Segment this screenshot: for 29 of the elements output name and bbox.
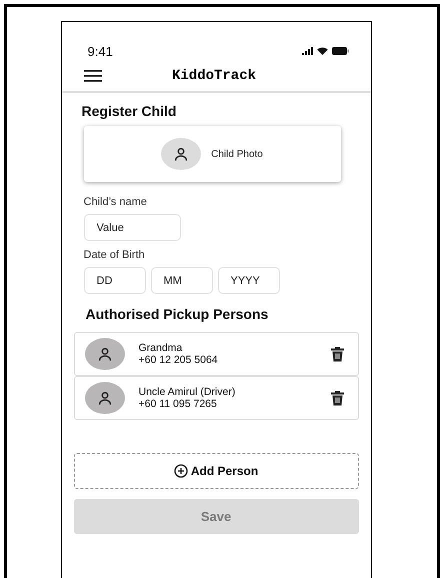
person-name: Uncle Amirul (Driver) (138, 386, 236, 398)
wifi-icon (316, 47, 328, 55)
input-field[interactable]: Value (84, 214, 180, 241)
add-person-button[interactable]: Add Person (74, 453, 358, 489)
pickup-person-card[interactable]: Uncle Amirul (Driver) +60 11 095 7265 (74, 376, 358, 420)
person-phone: +60 12 205 5064 (138, 354, 219, 366)
person-icon (96, 346, 112, 362)
section-title: Register Child (82, 103, 178, 119)
trash-icon[interactable] (330, 390, 344, 406)
person-icon (96, 390, 112, 406)
signal-icon (302, 47, 312, 55)
person-icon (173, 146, 190, 162)
field-label: Date of Birth (84, 249, 146, 261)
app-title: KiddoTrack (170, 68, 257, 84)
person-name: Grandma (138, 342, 184, 354)
field-label: Child’s name (84, 196, 148, 208)
menu-icon[interactable] (84, 70, 102, 82)
status-time: 9:41 (88, 44, 113, 58)
pickup-person-card[interactable]: Grandma +60 12 205 5064 (74, 332, 358, 376)
input-field[interactable]: DD (84, 267, 146, 294)
input-field[interactable]: MM (150, 267, 212, 294)
trash-icon[interactable] (330, 346, 344, 362)
plus-circle-icon (174, 464, 188, 478)
photo-upload-card[interactable]: Child Photo (84, 126, 340, 182)
person-phone: +60 11 095 7265 (138, 398, 218, 410)
input-field[interactable]: YYYY (218, 267, 280, 294)
photo-label: Child Photo (211, 148, 263, 160)
section-title: Authorised Pickup Persons (86, 306, 270, 322)
battery-icon (332, 47, 348, 55)
